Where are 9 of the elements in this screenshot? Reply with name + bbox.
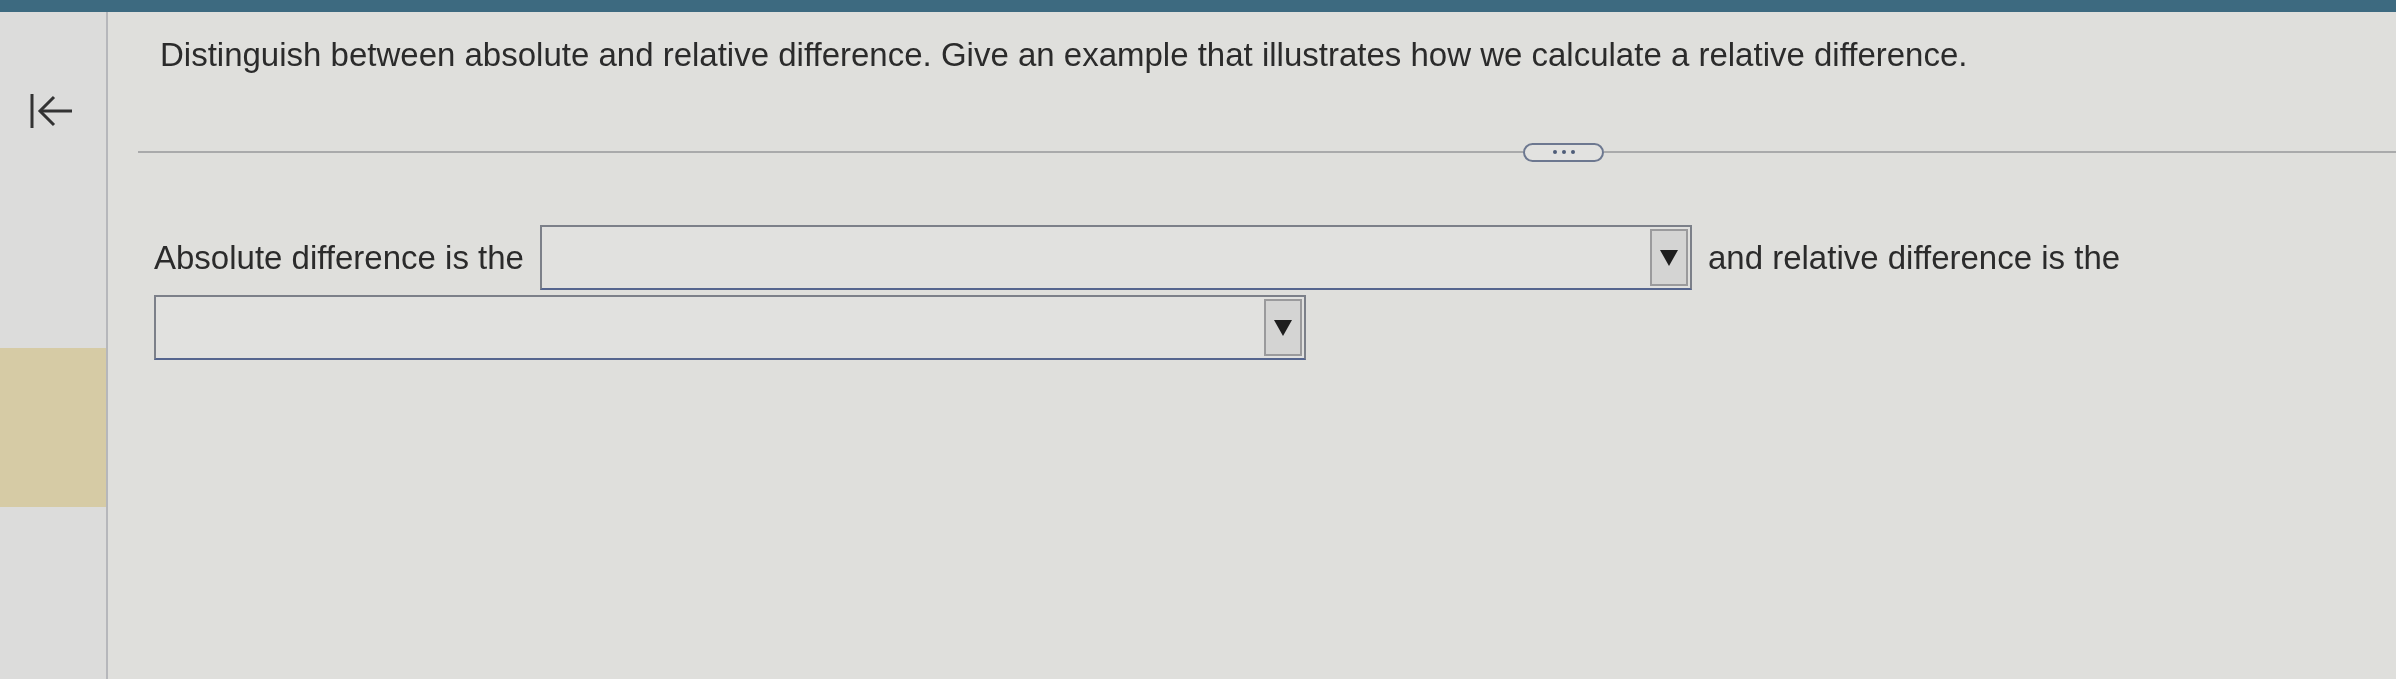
caret-down-icon xyxy=(1264,299,1302,356)
answer-text: and relative difference is the xyxy=(1707,238,2121,277)
expand-button[interactable] xyxy=(1523,142,1604,162)
answer-text: Absolute difference is the xyxy=(154,238,524,277)
answer-dropdown[interactable] xyxy=(539,225,1692,290)
answer-dropdown[interactable] xyxy=(154,295,1306,360)
caret-down-icon xyxy=(1649,229,1688,286)
ellipsis-icon xyxy=(1552,150,1575,154)
question-text: Distinguish between absolute and relative difference. Give an example that illustrates how we calculate a relative difference. xyxy=(160,36,1968,74)
